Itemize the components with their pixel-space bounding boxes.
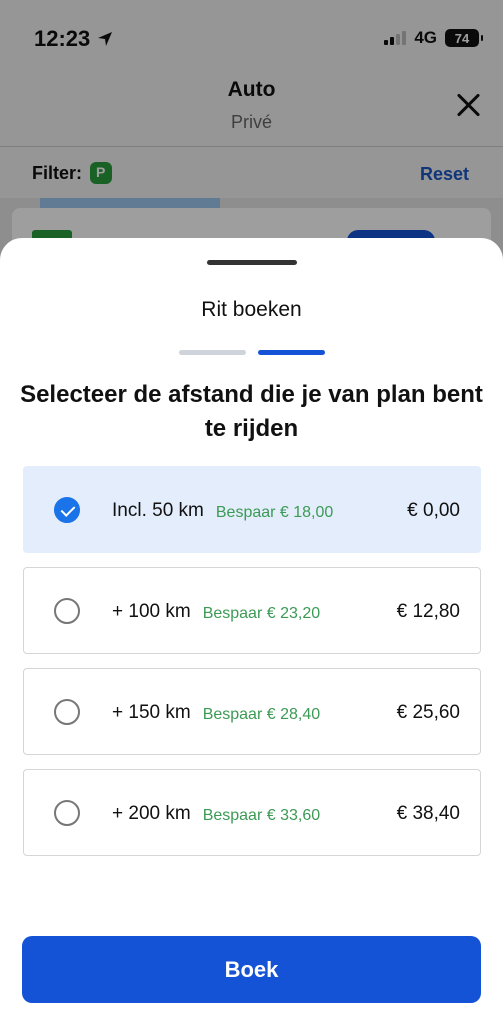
radio-unchecked-icon[interactable] (54, 800, 80, 826)
option-distance: + 150 km (112, 701, 191, 723)
step-indicator (179, 350, 325, 355)
step-1 (179, 350, 246, 355)
option-price: € 12,80 (396, 600, 460, 622)
radio-checked-icon[interactable] (54, 497, 80, 523)
distance-heading: Selecteer de afstand die je van plan ben… (20, 381, 483, 442)
option-saving: Bespaar € 28,40 (202, 705, 321, 723)
distance-option-100[interactable]: + 100 km Bespaar € 23,20 € 12,80 (23, 567, 481, 654)
option-saving: Bespaar € 18,00 (215, 503, 334, 521)
option-saving: Bespaar € 33,60 (202, 806, 321, 824)
sheet-title: Rit boeken (201, 298, 302, 321)
distance-option-200[interactable]: + 200 km Bespaar € 33,60 € 38,40 (23, 769, 481, 856)
option-price: € 0,00 (407, 499, 460, 521)
option-price: € 38,40 (396, 802, 460, 824)
step-2 (258, 350, 325, 355)
bottom-sheet: Rit boeken Selecteer de afstand die je v… (0, 238, 503, 1024)
radio-unchecked-icon[interactable] (54, 598, 80, 624)
distance-options: Incl. 50 km Bespaar € 18,00 € 0,00 + 100… (23, 466, 481, 870)
distance-option-50[interactable]: Incl. 50 km Bespaar € 18,00 € 0,00 (23, 466, 481, 553)
book-button[interactable]: Boek (22, 936, 481, 1003)
option-distance: + 100 km (112, 600, 191, 622)
option-distance: + 200 km (112, 802, 191, 824)
drag-handle[interactable] (207, 260, 297, 265)
option-distance: Incl. 50 km (112, 499, 204, 521)
option-price: € 25,60 (396, 701, 460, 723)
radio-unchecked-icon[interactable] (54, 699, 80, 725)
distance-option-150[interactable]: + 150 km Bespaar € 28,40 € 25,60 (23, 668, 481, 755)
option-saving: Bespaar € 23,20 (202, 604, 321, 622)
